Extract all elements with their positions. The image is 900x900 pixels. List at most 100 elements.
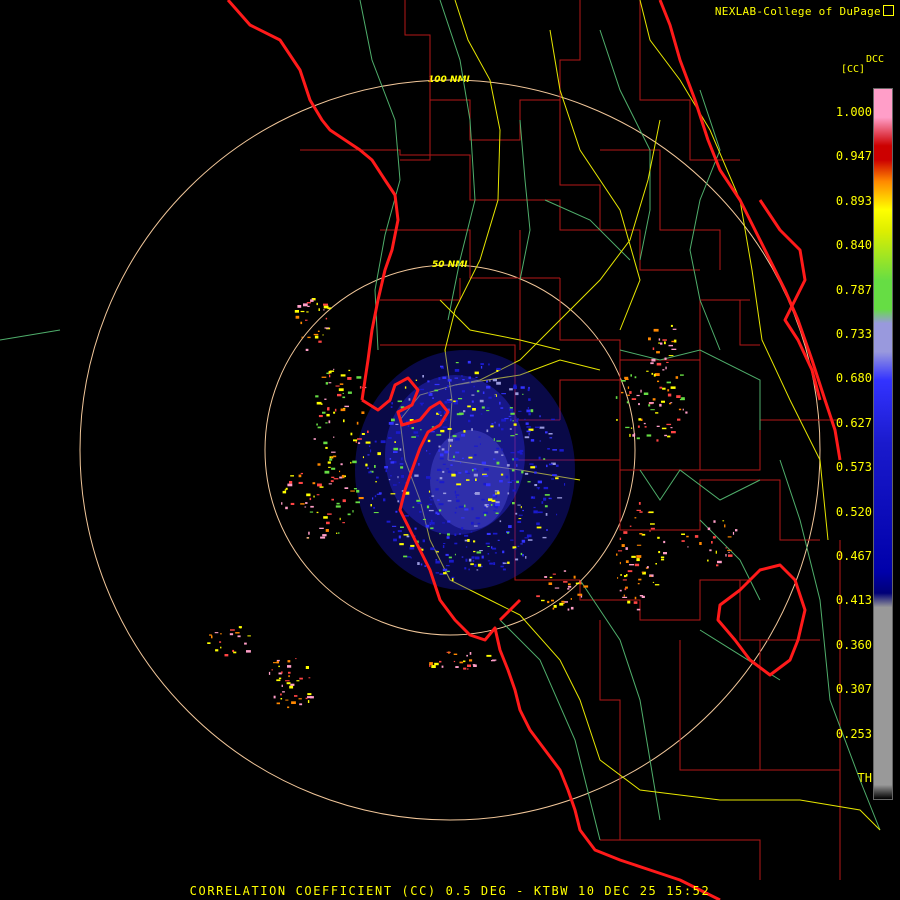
radar-echo-pixel — [307, 700, 310, 703]
radar-echo-pixel — [449, 559, 454, 563]
radar-echo-pixel — [508, 415, 512, 417]
radar-echo-pixel — [530, 439, 535, 442]
radar-echo-pixel — [447, 533, 450, 536]
radar-echo-pixel — [468, 376, 471, 379]
radar-echo-pixel — [438, 411, 442, 414]
radar-echo-pixel — [493, 562, 496, 565]
radar-echo-pixel — [446, 536, 450, 539]
radar-echo-pixel — [725, 547, 727, 549]
radar-echo-pixel — [327, 513, 332, 515]
radar-echo-pixel — [517, 504, 521, 506]
radar-echo-pixel — [434, 389, 439, 392]
radar-echo-pixel — [376, 476, 379, 479]
radar-echo-pixel — [644, 426, 647, 428]
radar-echo-pixel — [487, 560, 491, 562]
radar-echo-pixel — [361, 433, 365, 435]
radar-echo-pixel — [653, 328, 659, 332]
radar-echo-pixel — [318, 340, 322, 343]
radar-echo-pixel — [374, 465, 376, 468]
radar-echo-pixel — [314, 335, 319, 339]
radar-echo-pixel — [316, 511, 319, 514]
radar-echo-pixel — [625, 426, 630, 429]
radar-echo-pixel — [307, 305, 310, 307]
radar-echo-pixel — [306, 493, 311, 497]
radar-echo-cluster-center — [355, 350, 575, 590]
radar-echo-pixel — [563, 581, 568, 583]
radar-echo-pixel — [529, 463, 534, 465]
radar-echo-pixel — [323, 305, 329, 309]
radar-echo-pixel — [627, 394, 630, 396]
radar-echo-pixel — [634, 596, 637, 600]
radar-echo-pixel — [359, 386, 362, 389]
radar-echo-pixel — [417, 502, 422, 504]
radar-echo-pixel — [661, 558, 665, 561]
radar-echo-pixel — [539, 415, 541, 418]
radar-echo-pixel — [495, 492, 497, 495]
radar-echo-pixel — [439, 477, 443, 480]
color-scale-tick: 0.413 — [835, 593, 872, 608]
radar-echo-pixel — [347, 391, 352, 394]
radar-echo-pixel — [507, 481, 512, 483]
radar-echo-pixel — [512, 420, 514, 422]
radar-echo-pixel — [530, 466, 536, 469]
radar-echo-pixel — [473, 525, 478, 527]
radar-echo-pixel — [401, 457, 403, 461]
radar-echo-pixel — [454, 377, 458, 379]
radar-echo-pixel — [391, 418, 395, 422]
radar-echo-pixel — [367, 430, 369, 433]
radar-echo-pixel — [500, 473, 504, 476]
radar-echo-pixel — [543, 486, 549, 490]
radar-echo-pixel — [669, 402, 672, 405]
radar-echo-pixel — [463, 667, 467, 670]
radar-echo-pixel — [636, 394, 640, 397]
radar-echo-pixel — [534, 471, 537, 474]
radar-echo-pixel — [446, 565, 450, 567]
radar-echo-pixel — [643, 422, 646, 425]
radar-echo-pixel — [681, 540, 685, 542]
radar-echo-pixel — [464, 504, 466, 508]
radar-echo-pixel — [342, 392, 344, 394]
radar-echo-pixel — [502, 550, 505, 554]
radar-echo-pixel — [501, 418, 506, 422]
radar-echo-pixel — [290, 475, 294, 477]
radar-echo-pixel — [533, 506, 536, 509]
radar-echo-pixel — [456, 483, 462, 486]
radar-echo-pixel — [286, 682, 291, 685]
radar-echo-pixel — [507, 532, 510, 534]
radar-echo-pixel — [437, 499, 440, 501]
radar-echo-pixel — [656, 362, 662, 366]
nexlab-logo-icon — [883, 5, 894, 16]
radar-echo-pixel — [329, 458, 333, 461]
radar-echo-pixel — [549, 437, 553, 439]
radar-echo-pixel — [442, 545, 445, 548]
radar-echo-pixel — [507, 492, 510, 495]
radar-echo-pixel — [570, 598, 572, 600]
radar-echo-pixel — [713, 520, 716, 523]
radar-echo-pixel — [575, 582, 580, 585]
radar-echo-pixel — [230, 629, 235, 631]
radar-echo-pixel — [312, 482, 316, 485]
radar-echo-pixel — [430, 499, 433, 501]
radar-echo-pixel — [365, 441, 371, 444]
radar-echo-pixel — [649, 402, 654, 404]
radar-echo-pixel — [471, 400, 474, 403]
radar-echo-pixel — [395, 431, 401, 434]
radar-echo-pixel — [476, 469, 478, 472]
radar-echo-pixel — [271, 669, 273, 671]
radar-echo-pixel — [520, 543, 523, 545]
radar-echo-pixel — [294, 310, 299, 313]
radar-echo-pixel — [442, 522, 445, 524]
radar-echo-pixel — [288, 671, 291, 674]
radar-echo-pixel — [552, 449, 557, 451]
radar-echo-pixel — [404, 386, 407, 389]
radar-echo-pixel — [502, 562, 507, 564]
radar-echo-pixel — [355, 501, 360, 504]
radar-echo-pixel — [331, 456, 333, 459]
radar-echo-pixel — [664, 357, 667, 360]
radar-echo-pixel — [313, 438, 316, 440]
radar-echo-pixel — [319, 527, 324, 529]
radar-echo-pixel — [546, 529, 548, 531]
radar-echo-pixel — [487, 504, 490, 506]
radar-echo-pixel — [471, 394, 475, 396]
radar-echo-pixel — [403, 555, 408, 558]
